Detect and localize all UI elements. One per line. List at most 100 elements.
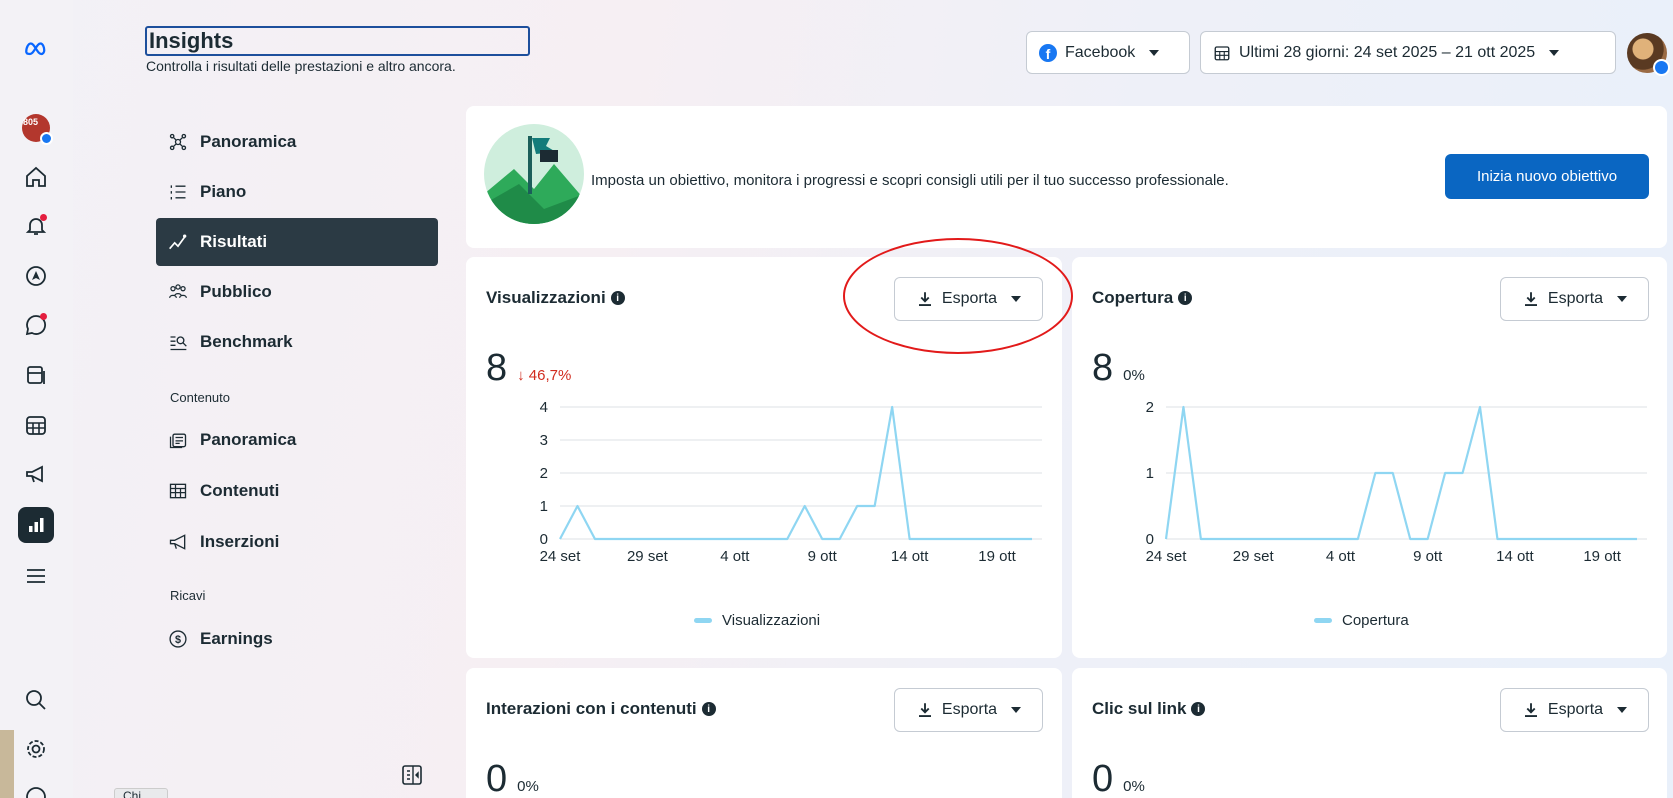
chevron-down-icon [1617,296,1628,302]
export-button[interactable]: Esporta [1500,277,1649,321]
chevron-down-icon [1011,707,1022,713]
x-tick-label: 24 set [540,548,582,565]
section-label-revenue: Ricavi [170,588,206,603]
y-tick-label: 2 [1146,399,1154,416]
info-icon[interactable]: i [1178,291,1193,305]
metric-delta: 0% [1123,778,1145,795]
export-button[interactable]: Esporta [1500,688,1649,732]
export-button[interactable]: Esporta [894,688,1043,732]
date-range-label: Ultimi 28 giorni: 24 set 2025 – 21 ott 2… [1239,43,1536,61]
avatar-badge-text: 805 [23,117,39,127]
page-avatar-icon[interactable]: 805 [19,111,53,145]
settings-icon[interactable] [19,732,53,766]
card-title: Clic sul link i [1092,699,1206,719]
export-label: Esporta [941,701,998,718]
home-icon[interactable] [19,160,53,194]
help-icon[interactable] [19,780,53,798]
nav-item-content-overview[interactable]: Panoramica [156,416,438,464]
dollar-icon: $ [169,630,187,648]
nav-label: Risultati [200,232,268,251]
metric-delta: 0% [1123,367,1145,384]
section-label-content: Contenuto [170,390,230,405]
chevron-down-icon [1617,707,1628,713]
nav-item-plan[interactable]: Piano [156,168,438,216]
collapse-sidebar-icon[interactable] [400,763,424,787]
start-goal-button[interactable]: Inizia nuovo obiettivo [1445,154,1649,199]
nav-item-audience[interactable]: Pubblico [156,268,438,316]
export-label: Esporta [1547,701,1604,718]
nav-label: Inserzioni [200,532,280,551]
notifications-icon[interactable] [19,209,53,243]
chart-legend: Visualizzazioni [694,612,820,629]
y-tick-label: 3 [540,432,548,449]
nav-item-contents[interactable]: Contenuti [156,467,438,515]
link-clicks-card: Clic sul link i Esporta 0 0% [1072,668,1667,798]
metric-number: 8 [1092,347,1114,389]
metric-value: 8 ↓ 46,7% [486,347,571,390]
card-title: Interazioni con i contenuti i [486,699,716,719]
content-table-icon [169,483,187,499]
insights-icon[interactable] [18,507,54,543]
x-tick-label: 19 ott [1583,548,1621,565]
menu-icon[interactable] [19,559,53,593]
highlight-annotation [843,238,1073,354]
goal-flag-illustration-icon [484,124,584,224]
results-icon [169,234,187,250]
y-tick-label: 2 [540,465,548,482]
nav-label: Benchmark [200,332,293,351]
legend-label: Visualizzazioni [722,612,821,629]
nav-item-ads[interactable]: Inserzioni [156,518,438,566]
posts-icon[interactable] [19,358,53,392]
ads-megaphone-icon [169,534,186,550]
plan-icon [170,185,186,200]
nav-label: Panoramica [200,430,297,449]
window-edge [0,730,14,798]
info-icon[interactable]: i [1191,702,1206,716]
metric-number: 0 [1092,758,1114,798]
overview-icon [169,133,187,151]
nav-item-results[interactable]: Risultati [156,218,438,266]
x-tick-label: 4 ott [1326,548,1356,565]
facebook-badge-icon [1653,59,1670,76]
search-icon[interactable] [19,683,53,717]
left-rail: 805 [0,0,73,798]
tooltip: Chi [114,788,168,798]
y-tick-label: 1 [540,498,548,515]
download-icon [918,703,931,717]
x-tick-label: 24 set [1146,548,1188,565]
meta-logo-icon[interactable] [19,31,53,65]
page-title: Insights [149,28,234,53]
x-tick-label: 19 ott [978,548,1016,565]
messages-icon[interactable] [19,308,53,342]
x-tick-label: 9 ott [808,548,838,565]
metric-delta: 0% [517,778,539,795]
metric-value: 8 0% [1092,347,1145,390]
date-range-selector[interactable]: Ultimi 28 giorni: 24 set 2025 – 21 ott 2… [1200,31,1616,74]
interactions-card: Interazioni con i contenuti i Esporta 0 0% [466,668,1062,798]
benchmark-icon [170,336,187,351]
x-tick-label: 4 ott [720,548,750,565]
page-title-box: Insights [145,26,530,56]
nav-item-benchmark[interactable]: Benchmark [156,318,438,366]
explore-icon[interactable] [19,259,53,293]
calendar-icon[interactable] [19,408,53,442]
reach-line-chart: 0 1 2 24 set 29 set 4 ott 9 ott 14 ott 19 ott [1146,399,1647,565]
chevron-down-icon [1549,49,1560,56]
nav-item-earnings[interactable]: $ Earnings [156,615,438,663]
platform-selector[interactable]: f Facebook [1026,31,1190,74]
metric-number: 0 [486,758,508,798]
content-overview-icon [169,433,187,449]
info-icon[interactable]: i [701,702,716,716]
svg-text:$: $ [175,634,181,646]
info-icon[interactable]: i [610,291,625,305]
x-tick-label: 14 ott [891,548,929,565]
nav-label: Pubblico [200,282,272,301]
views-line-chart: 0 1 2 3 4 24 set 29 set 4 ott 9 ott 14 ott 19 ott [540,399,1042,565]
nav-item-overview[interactable]: Panoramica [156,118,438,166]
y-tick-label: 4 [540,399,548,416]
page-subtitle: Controlla i risultati delle prestazioni … [146,58,456,74]
user-avatar[interactable] [1627,33,1670,76]
export-label: Esporta [1547,290,1604,307]
metric-number: 8 [486,347,508,389]
ads-icon[interactable] [19,457,53,491]
